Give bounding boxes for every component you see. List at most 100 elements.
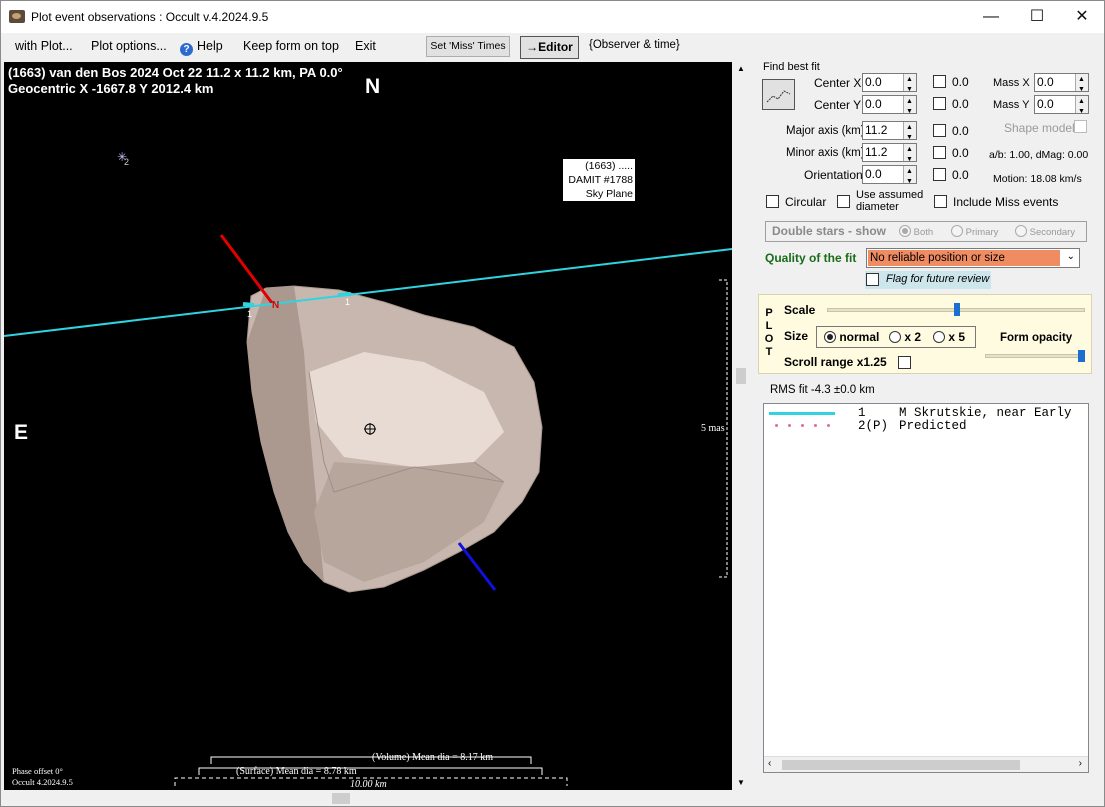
orientation-label: Orientation	[804, 168, 863, 182]
double-stars-secondary[interactable]: Secondary	[1015, 225, 1075, 238]
vertical-scroll-thumb[interactable]	[736, 368, 746, 384]
minor-axis-arrows-icon[interactable]	[903, 141, 916, 168]
primary-radio[interactable]	[951, 225, 963, 237]
app-logo-icon	[9, 10, 25, 23]
size-x2-radio[interactable]	[889, 331, 901, 343]
mass-x-value: 0.0	[1037, 75, 1054, 89]
phase-offset-label: Phase offset 0°	[12, 766, 63, 776]
minor-axis-checkbox[interactable]	[933, 146, 946, 159]
list-item[interactable]: 2(P) Predicted	[764, 419, 1088, 433]
observers-list[interactable]: 1 M Skrutskie, near Early 2(P) Predicted…	[763, 403, 1089, 773]
list-horizontal-scrollbar[interactable]: ‹ ›	[764, 756, 1088, 772]
center-x-checkbox[interactable]	[933, 75, 946, 88]
scroll-range-checkbox[interactable]	[898, 356, 911, 369]
scale-slider-thumb[interactable]	[954, 303, 960, 316]
menu-with-plot[interactable]: with Plot...	[15, 39, 73, 53]
circular-checkbox[interactable]	[766, 195, 779, 208]
chevron-down-icon[interactable]: ⌄	[1067, 251, 1075, 262]
fit-panel: Find best fit Center X 0.0 0.0 Mass X 0.…	[753, 61, 1103, 802]
circular-label: Circular	[785, 195, 827, 209]
fit-graph-icon	[766, 90, 791, 103]
minor-axis-label: Minor axis (km)	[786, 147, 865, 159]
menu-plot-options[interactable]: Plot options...	[91, 39, 167, 53]
minor-axis-stepper[interactable]: 11.2	[862, 141, 917, 168]
major-axis-checkbox[interactable]	[933, 124, 946, 137]
list-scroll-thumb[interactable]	[782, 760, 1020, 770]
scroll-down-icon[interactable]: ▼	[737, 778, 745, 787]
scale-mas-label: 5 mas	[701, 423, 725, 434]
scroll-right-icon[interactable]: ›	[1079, 758, 1082, 769]
menu-exit[interactable]: Exit	[355, 39, 376, 53]
menu-help[interactable]: ? Help	[180, 39, 223, 56]
size-x2-option[interactable]: x 2	[889, 330, 921, 344]
center-y-checkbox[interactable]	[933, 97, 946, 110]
shape-model-checkbox[interactable]	[1074, 120, 1087, 133]
form-opacity-label: Form opacity	[1000, 332, 1073, 344]
orientation-arrows-icon[interactable]	[903, 163, 916, 190]
center-y-step: 0.0	[952, 97, 969, 111]
editor-button[interactable]: →Editor	[520, 36, 579, 59]
center-y-stepper[interactable]: 0.0	[862, 93, 917, 120]
center-x-stepper[interactable]: 0.0	[862, 71, 917, 98]
close-button[interactable]: ✕	[1059, 1, 1105, 33]
form-opacity-slider[interactable]	[985, 350, 1085, 362]
secondary-radio[interactable]	[1015, 225, 1027, 237]
center-x-value: 0.0	[865, 75, 882, 89]
observer-num: 2(P)	[858, 419, 889, 433]
double-stars-primary[interactable]: Primary	[951, 225, 998, 238]
orientation-stepper[interactable]: 0.0	[862, 163, 917, 190]
quality-select[interactable]: No reliable position or size ⌄	[866, 248, 1080, 268]
observer-time-label: {Observer & time}	[589, 39, 680, 51]
set-miss-times-button[interactable]: Set 'Miss' Times	[426, 36, 510, 57]
scroll-left-icon[interactable]: ‹	[768, 758, 771, 769]
menu-help-label: Help	[197, 39, 223, 53]
surface-dia-label: (Surface) Mean dia = 8.78 km	[236, 766, 357, 777]
chord-tick-1	[242, 302, 255, 307]
major-axis-arrows-icon[interactable]	[903, 119, 916, 146]
both-radio[interactable]	[899, 225, 911, 237]
mass-y-value: 0.0	[1037, 97, 1054, 111]
plot-letter-t: T	[765, 346, 773, 358]
major-axis-value: 11.2	[865, 123, 888, 137]
star-label: 2	[124, 157, 130, 167]
plot-vertical-scrollbar[interactable]: ▲ ▼	[734, 62, 749, 792]
double-stars-group: Double stars - show Both Primary Seconda…	[765, 221, 1087, 242]
help-icon: ?	[180, 43, 193, 56]
size-normal-radio[interactable]	[824, 331, 836, 343]
major-axis-label: Major axis (km)	[786, 125, 865, 137]
best-fit-button[interactable]	[762, 79, 795, 110]
mass-y-stepper[interactable]: 0.0	[1034, 93, 1089, 120]
shape-label-1: (1663) .....	[585, 160, 633, 172]
major-axis-stepper[interactable]: 11.2	[862, 119, 917, 146]
plot-canvas[interactable]: ✳ (1663) van den Bos 2024 Oct 22 11.2 x …	[4, 62, 732, 790]
minimize-button[interactable]: —	[968, 1, 1014, 33]
use-assumed-checkbox[interactable]	[837, 195, 850, 208]
mass-y-arrows-icon[interactable]	[1075, 93, 1088, 120]
app-window: Plot event observations : Occult v.4.202…	[0, 0, 1105, 807]
flag-review-area: Flag for future review	[865, 271, 991, 289]
form-opacity-thumb[interactable]	[1078, 350, 1085, 362]
center-x-arrows-icon[interactable]	[903, 71, 916, 98]
center-y-arrows-icon[interactable]	[903, 93, 916, 120]
size-x5-option[interactable]: x 5	[933, 330, 965, 344]
menu-keep-on-top[interactable]: Keep form on top	[243, 39, 339, 53]
maximize-button[interactable]: ☐	[1014, 1, 1060, 33]
size-normal-option[interactable]: normal	[824, 330, 879, 344]
chord-label-1: 1	[247, 309, 253, 319]
mass-y-label: Mass Y	[993, 99, 1030, 111]
double-stars-label: Double stars - show	[772, 224, 887, 238]
center-y-label: Center Y	[814, 98, 862, 112]
mass-x-stepper[interactable]: 0.0	[1034, 71, 1089, 98]
mass-x-arrows-icon[interactable]	[1075, 71, 1088, 98]
plot-horizontal-scrollbar[interactable]	[4, 792, 732, 806]
plot-header-line1: (1663) van den Bos 2024 Oct 22 11.2 x 11…	[8, 65, 343, 80]
flag-review-checkbox[interactable]	[866, 273, 879, 286]
double-stars-both[interactable]: Both	[899, 225, 933, 238]
size-x5-radio[interactable]	[933, 331, 945, 343]
scale-slider[interactable]	[827, 303, 1085, 316]
orientation-checkbox[interactable]	[933, 168, 946, 181]
pole-north-label: N	[272, 300, 280, 311]
horizontal-scroll-thumb[interactable]	[332, 793, 350, 804]
scroll-up-icon[interactable]: ▲	[737, 64, 745, 73]
include-miss-checkbox[interactable]	[934, 195, 947, 208]
